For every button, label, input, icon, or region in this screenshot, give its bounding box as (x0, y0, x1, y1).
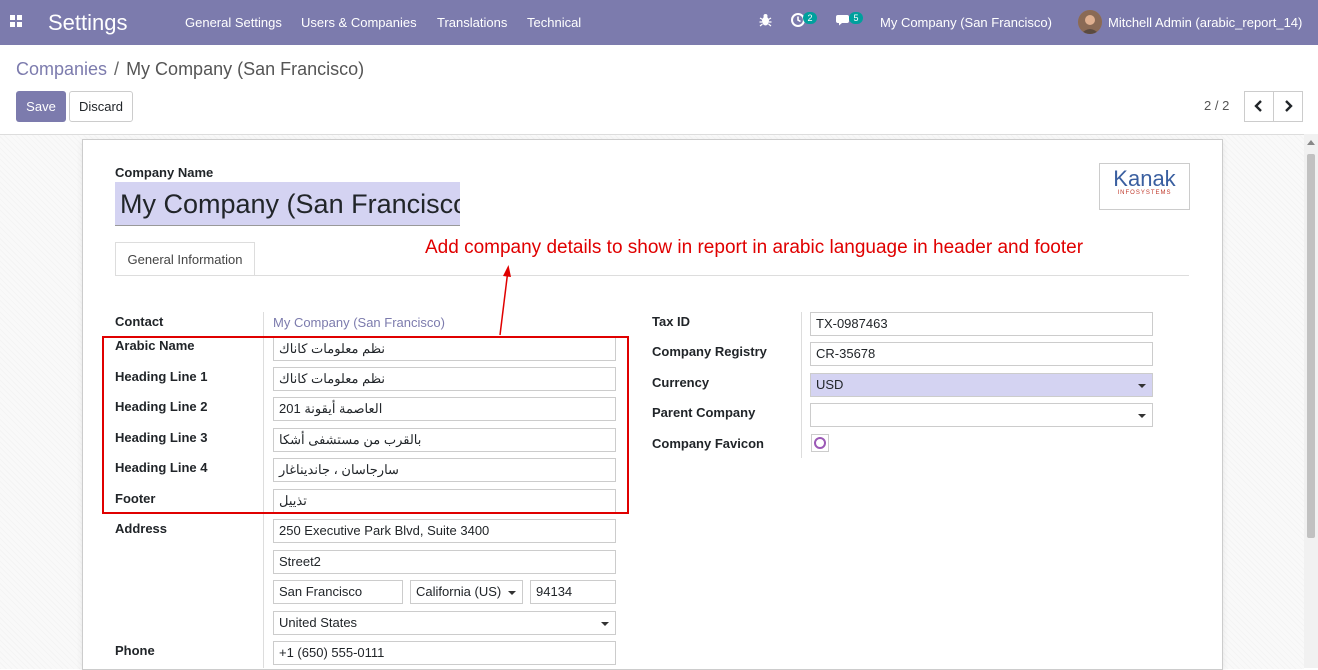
company-logo[interactable]: Kanak INFOSYSTEMS (1099, 163, 1190, 210)
breadcrumb-current: My Company (San Francisco) (126, 59, 365, 79)
logo-title: Kanak (1113, 166, 1176, 191)
address-label: Address (115, 521, 168, 536)
user-menu[interactable]: Mitchell Admin (arabic_report_14) (1108, 15, 1302, 30)
scroll-up-icon[interactable] (1307, 140, 1315, 145)
currency-label: Currency (652, 375, 710, 390)
menu-technical[interactable]: Technical (527, 15, 581, 30)
vertical-scrollbar[interactable] (1304, 134, 1318, 668)
debug-bug-icon[interactable] (759, 13, 772, 30)
company-switcher[interactable]: My Company (San Francisco) (880, 15, 1052, 30)
chevron-right-icon (1285, 100, 1293, 112)
company-favicon-image[interactable] (811, 434, 829, 452)
company-name-input[interactable]: My Company (San Francisco (115, 182, 460, 226)
company-favicon-label: Company Favicon (652, 436, 764, 451)
zip-input[interactable]: 94134 (530, 580, 616, 604)
phone-label: Phone (115, 643, 155, 658)
contact-link[interactable]: My Company (San Francisco) (273, 315, 445, 330)
tax-id-label: Tax ID (652, 314, 691, 329)
breadcrumb: Companies / My Company (San Francisco) (16, 59, 364, 80)
tax-id-input[interactable]: TX-0987463 (810, 312, 1153, 336)
phone-input[interactable]: +1 (650) 555-0111 (273, 641, 616, 665)
activity-count-badge: 2 (803, 12, 817, 24)
company-registry-label: Company Registry (652, 344, 767, 359)
parent-company-label: Parent Company (652, 405, 756, 420)
caret-down-icon (1138, 414, 1146, 418)
caret-down-icon (601, 622, 609, 626)
app-title: Settings (48, 10, 128, 35)
right-column-separator (801, 312, 802, 458)
discard-button[interactable]: Discard (69, 91, 133, 122)
scrollbar-thumb[interactable] (1307, 154, 1315, 538)
save-button[interactable]: Save (16, 91, 66, 122)
annotation-highlight-box (102, 336, 629, 514)
country-select[interactable]: United States (273, 611, 616, 635)
pager-previous-button[interactable] (1244, 91, 1274, 122)
parent-company-select[interactable] (810, 403, 1153, 427)
company-registry-input[interactable]: CR-35678 (810, 342, 1153, 366)
annotation-text: Add company details to show in report in… (425, 237, 1084, 258)
menu-translations[interactable]: Translations (437, 15, 507, 30)
menu-general-settings[interactable]: General Settings (185, 15, 282, 30)
street-input[interactable]: 250 Executive Park Blvd, Suite 3400 (273, 519, 616, 543)
currency-value: USD (816, 377, 844, 392)
user-avatar[interactable] (1078, 10, 1102, 34)
contact-label: Contact (115, 314, 164, 329)
apps-menu-icon[interactable] (10, 15, 22, 27)
breadcrumb-companies-link[interactable]: Companies (16, 59, 107, 79)
caret-down-icon (508, 591, 516, 595)
pager-value[interactable]: 2 / 2 (1204, 98, 1229, 113)
tab-divider (115, 275, 1189, 276)
chevron-left-icon (1254, 100, 1262, 112)
tab-general-information[interactable]: General Information (115, 242, 255, 276)
company-name-label: Company Name (115, 165, 214, 180)
currency-select[interactable]: USD (810, 373, 1153, 397)
pager-next-button[interactable] (1273, 91, 1303, 122)
state-select[interactable]: California (US) (410, 580, 523, 604)
annotation-arrow-icon (499, 265, 511, 336)
menu-users-companies[interactable]: Users & Companies (301, 15, 417, 30)
favicon-ring-icon (814, 437, 826, 449)
breadcrumb-separator: / (114, 59, 120, 79)
state-value: California (US) (416, 584, 502, 599)
message-count-badge: 5 (849, 12, 863, 24)
city-input[interactable]: San Francisco (273, 580, 403, 604)
top-navbar: Settings General Settings Users & Compan… (0, 0, 1318, 45)
street2-input[interactable]: Street2 (273, 550, 616, 574)
caret-down-icon (1138, 384, 1146, 388)
country-value: United States (279, 615, 358, 630)
